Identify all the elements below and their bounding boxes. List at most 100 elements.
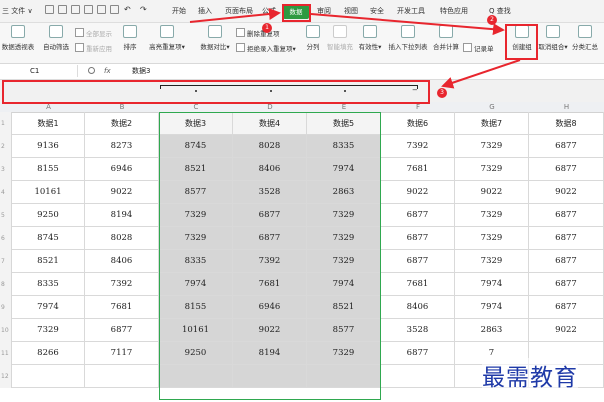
column-header-b[interactable]: B [85,102,159,112]
table-cell[interactable]: 7329 [307,342,381,365]
column-header-e[interactable]: E [307,102,381,112]
row-header[interactable]: 2 [0,135,12,158]
table-header-cell[interactable]: 数据8 [529,112,604,135]
table-cell[interactable]: 8273 [85,135,159,158]
row-header[interactable]: 4 [0,181,12,204]
row-header[interactable]: 11 [0,342,12,365]
tab-data[interactable]: 数据 [283,5,309,19]
row-header[interactable]: 9 [0,296,12,319]
table-cell[interactable] [159,365,233,388]
table-cell[interactable]: 9022 [233,319,307,342]
pivot-table-button[interactable]: 数据透视表 [1,25,35,51]
table-cell[interactable]: 8335 [159,250,233,273]
split-column-button[interactable]: 分列 [304,25,322,51]
name-box[interactable]: C1 [0,65,78,77]
column-header-a[interactable]: A [12,102,85,112]
table-cell[interactable]: 7329 [455,204,529,227]
table-cell[interactable]: 6946 [233,296,307,319]
row-header[interactable]: 6 [0,227,12,250]
tab-formula[interactable]: 公式 [262,6,276,16]
table-cell[interactable]: 8194 [233,342,307,365]
highlight-duplicates-button[interactable]: 高亮重复项▾ [144,25,190,51]
row-header[interactable]: 10 [0,319,12,342]
format-painter-icon[interactable] [110,5,119,14]
table-cell[interactable]: 7329 [159,204,233,227]
table-cell[interactable]: 7974 [455,273,529,296]
collapse-group-button[interactable]: − [412,86,418,94]
table-cell[interactable]: 6877 [529,296,604,319]
table-cell[interactable] [85,365,159,388]
table-cell[interactable]: 8028 [233,135,307,158]
table-header-cell[interactable]: 数据7 [455,112,529,135]
table-header-cell[interactable]: 数据6 [381,112,455,135]
table-cell[interactable]: 8521 [307,296,381,319]
table-cell[interactable]: 10161 [159,319,233,342]
table-cell[interactable]: 6877 [529,227,604,250]
table-header-cell[interactable]: 数据4 [233,112,307,135]
table-cell[interactable]: 9022 [85,181,159,204]
auto-filter-button[interactable]: 自动筛选 [42,25,70,51]
table-cell[interactable]: 7329 [159,227,233,250]
tab-page-layout[interactable]: 页面布局 [225,6,253,16]
table-cell[interactable]: 3528 [233,181,307,204]
table-cell[interactable]: 6877 [381,227,455,250]
table-cell[interactable]: 7974 [159,273,233,296]
row-header[interactable]: 5 [0,204,12,227]
table-cell[interactable]: 7329 [455,135,529,158]
redo-icon[interactable]: ↷ [140,5,147,14]
table-cell[interactable]: 7974 [455,296,529,319]
table-header-cell[interactable]: 数据5 [307,112,381,135]
tab-view[interactable]: 视图 [344,6,358,16]
table-cell[interactable]: 3528 [381,319,455,342]
smart-fill-button[interactable]: 智能填充 [325,25,355,51]
row-header[interactable]: 7 [0,250,12,273]
reject-duplicates-button[interactable]: 拒绝录入重复项▾ [236,43,296,53]
new-file-icon[interactable] [45,5,54,14]
table-header-cell[interactable]: 数据1 [12,112,85,135]
table-cell[interactable]: 8194 [85,204,159,227]
table-cell[interactable]: 8155 [12,158,85,181]
table-cell[interactable]: 8406 [381,296,455,319]
table-cell[interactable]: 2863 [307,181,381,204]
table-cell[interactable]: 7329 [307,204,381,227]
row-header[interactable]: 12 [0,365,12,388]
table-cell[interactable]: 7681 [233,273,307,296]
table-cell[interactable]: 10161 [12,181,85,204]
table-cell[interactable]: 6946 [85,158,159,181]
tab-developer[interactable]: 开发工具 [397,6,425,16]
reapply-button[interactable]: 重新应用 [75,43,112,53]
table-cell[interactable]: 8577 [307,319,381,342]
data-compare-button[interactable]: 数据对比▾ [199,25,231,51]
table-cell[interactable]: 6877 [529,250,604,273]
remove-duplicates-button[interactable]: 删除重复项 [236,28,280,38]
table-cell[interactable]: 8155 [159,296,233,319]
show-all-button[interactable]: 全部显示 [75,28,112,38]
table-cell[interactable]: 8521 [159,158,233,181]
formula-input[interactable]: 数据3 [132,65,150,77]
record-form-button[interactable]: 记录单 [463,43,494,53]
table-cell[interactable]: 8406 [233,158,307,181]
table-cell[interactable]: 9250 [12,204,85,227]
row-header[interactable]: 1 [0,112,12,135]
insert-dropdown-list-button[interactable]: 插入下拉列表 [388,25,428,51]
tab-review[interactable]: 审阅 [317,6,331,16]
table-cell[interactable]: 9022 [529,181,604,204]
sort-button[interactable]: 排序 [118,25,142,51]
tab-special[interactable]: 特色应用 [440,6,468,16]
table-cell[interactable]: 8266 [12,342,85,365]
column-header-h[interactable]: H [529,102,604,112]
column-header-g[interactable]: G [455,102,529,112]
table-cell[interactable]: 9250 [159,342,233,365]
column-header-c[interactable]: C [159,102,233,112]
table-cell[interactable]: 6877 [85,319,159,342]
table-cell[interactable]: 6877 [529,158,604,181]
table-cell[interactable]: 7329 [455,250,529,273]
table-cell[interactable] [381,365,455,388]
table-cell[interactable]: 6877 [529,135,604,158]
undo-icon[interactable]: ↶ [124,5,131,14]
table-cell[interactable]: 8406 [85,250,159,273]
column-header-d[interactable]: D [233,102,307,112]
table-cell[interactable]: 2863 [455,319,529,342]
tab-security[interactable]: 安全 [370,6,384,16]
table-cell[interactable]: 7681 [85,296,159,319]
